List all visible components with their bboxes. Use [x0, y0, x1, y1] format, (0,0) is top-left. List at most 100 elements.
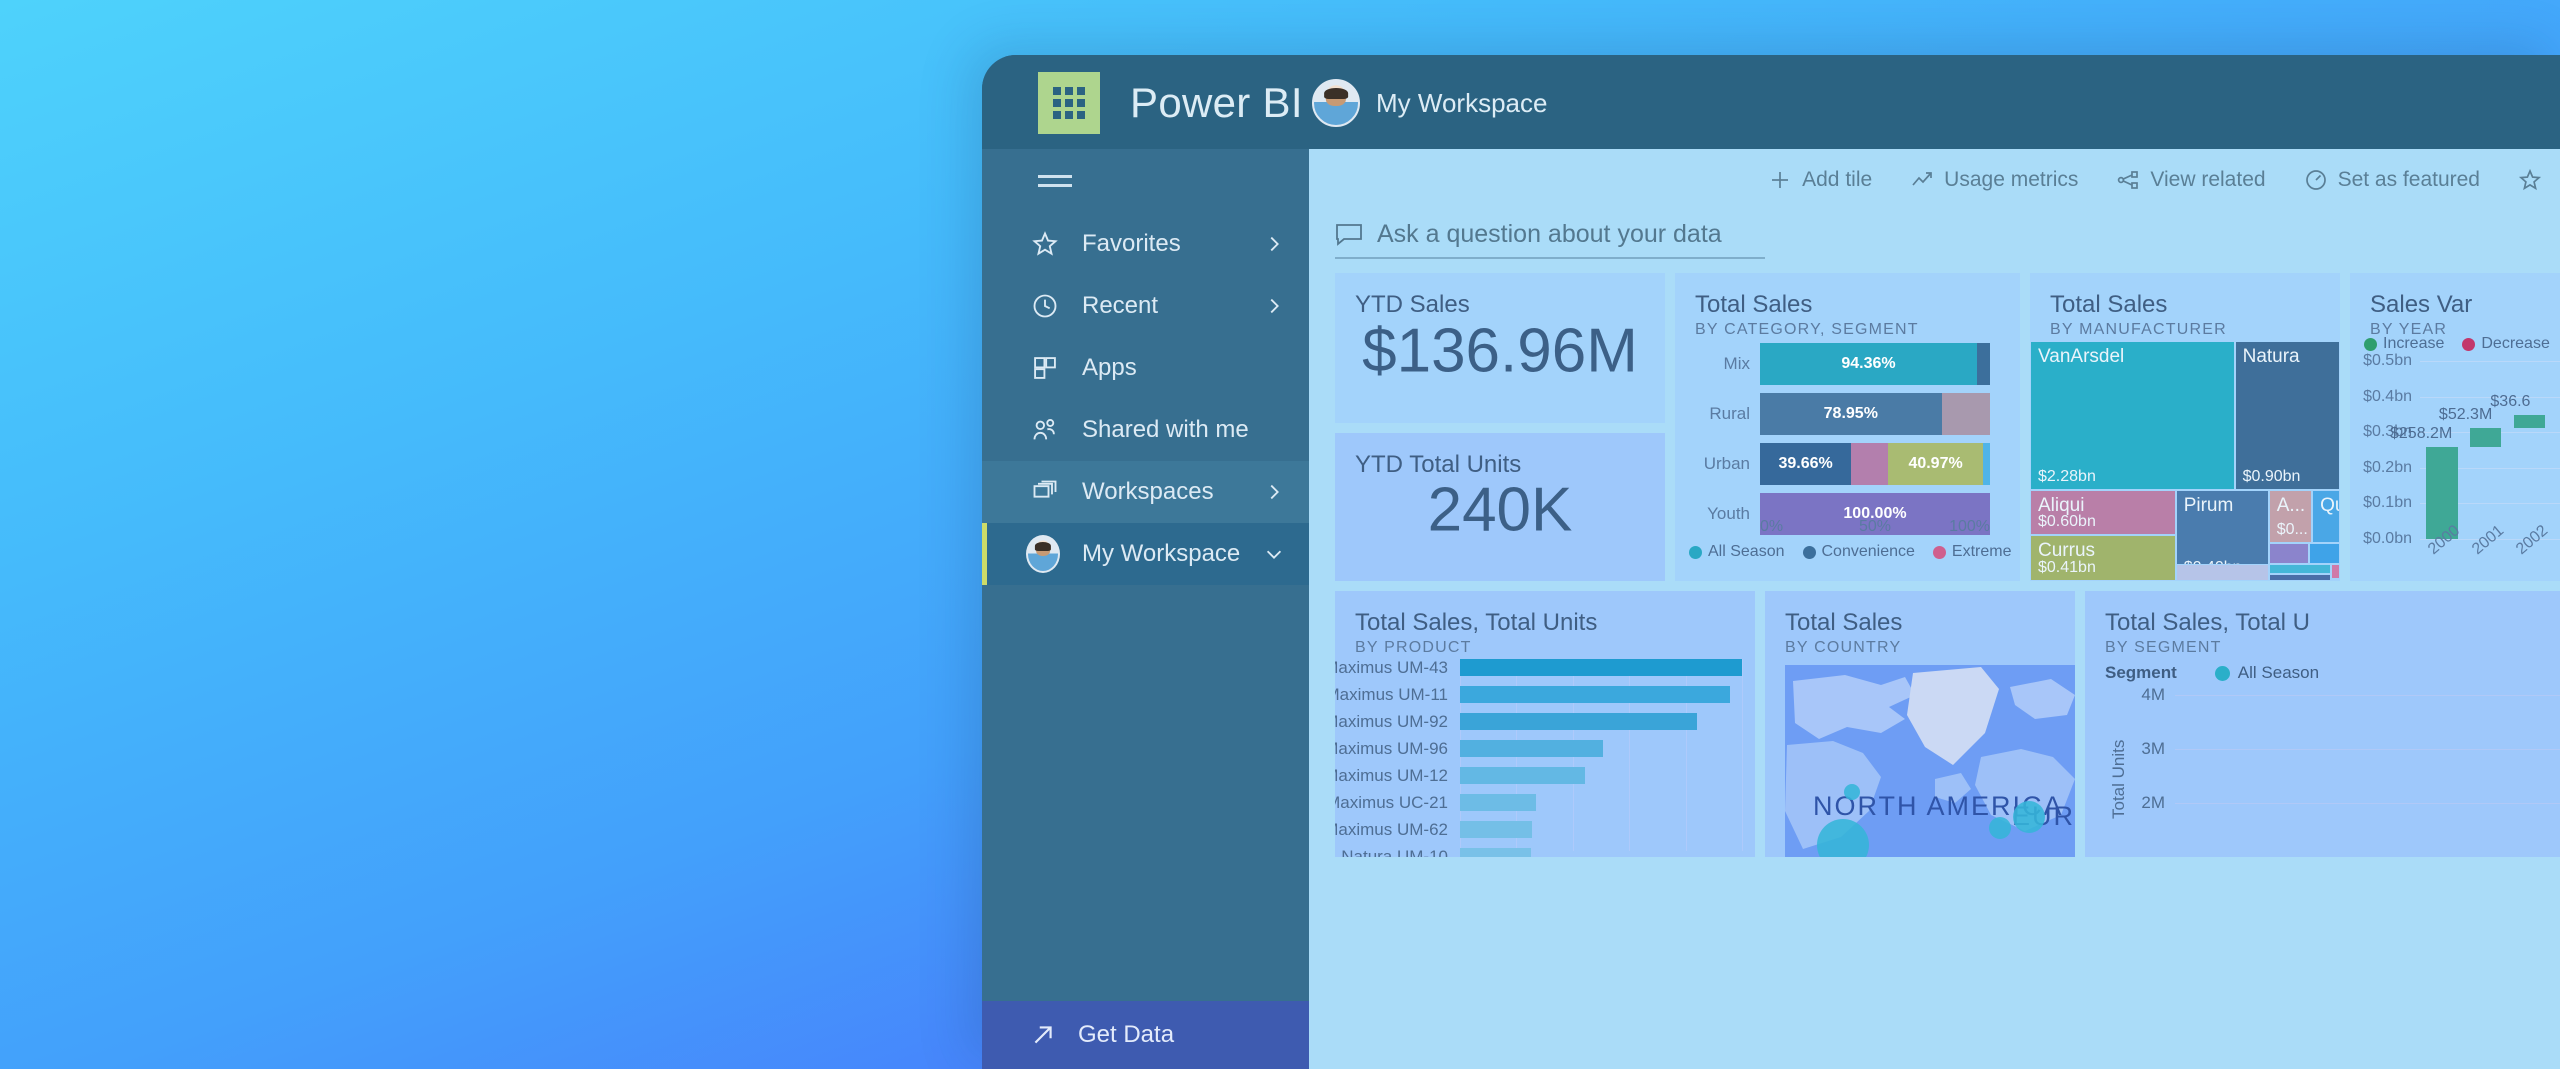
category-label: Maximus UM-12 — [1335, 766, 1448, 785]
sidebar-item-apps[interactable]: Apps — [982, 337, 1309, 399]
qna-search-input[interactable]: Ask a question about your data — [1335, 211, 1765, 259]
tile-title: Total Sales, Total U — [2105, 609, 2310, 636]
waterfall-plot-area: $0.0bn $0.1bn $0.2bn $0.3bn $0.4bn $0.5bn $258… — [2363, 352, 2560, 547]
legend-item[interactable]: Decrease — [2462, 335, 2550, 353]
y-axis-tick: $0.2bn — [2363, 458, 2412, 476]
treemap-cell[interactable] — [2309, 542, 2340, 565]
product-bar[interactable] — [1460, 767, 1585, 784]
map-plot-area[interactable]: NORTH AMERICA EUR — [1785, 665, 2075, 857]
map-bubble[interactable] — [1843, 783, 1860, 800]
view-related-button[interactable]: View related — [2116, 168, 2266, 192]
sidebar-item-favorites[interactable]: Favorites — [982, 213, 1309, 275]
get-data-label: Get Data — [1078, 1021, 1175, 1048]
nav-collapse-button[interactable] — [982, 149, 1309, 213]
sidebar-item-shared-with-me[interactable]: Shared with me — [982, 399, 1309, 461]
stacked-bar-segment: 94.36% — [1760, 343, 1978, 385]
usage-metrics-button[interactable]: Usage metrics — [1910, 168, 2078, 192]
legend-item[interactable]: All Season — [1689, 543, 1785, 561]
header-workspace-chip[interactable]: My Workspace — [1312, 79, 1547, 127]
treemap-cell[interactable]: VanArsdel $2.28bn — [2030, 341, 2235, 490]
qna-placeholder: Ask a question about your data — [1377, 219, 1722, 248]
app-launcher-button[interactable] — [1038, 72, 1100, 134]
legend-item[interactable]: Convenience — [1802, 543, 1915, 561]
category-label: Maximus UM-43 — [1335, 658, 1448, 677]
product-bar[interactable] — [1460, 794, 1536, 811]
legend-item[interactable]: Increase — [2364, 335, 2444, 353]
share-nodes-icon — [2118, 171, 2139, 189]
dashboard-toolbar: Add tile Usage metrics View related Set … — [1768, 149, 2560, 211]
tile-ytd-sales[interactable]: YTD Sales $136.96M — [1335, 273, 1665, 423]
treemap-cell[interactable] — [2330, 564, 2340, 579]
chat-bubble-icon — [1336, 224, 1362, 246]
chart-legend[interactable]: Increase Decrease — [2364, 335, 2550, 353]
sidebar-item-label: Favorites — [1082, 230, 1181, 257]
tile-total-sales-by-category-segment[interactable]: Total Sales BY CATEGORY, SEGMENT Mix 94.3… — [1675, 273, 2020, 581]
ytd-sales-value: $136.96M — [1362, 316, 1638, 386]
treemap-cell[interactable]: Currus $0.41bn — [2030, 535, 2176, 581]
treemap-cell[interactable] — [2268, 564, 2331, 574]
legend-swatch — [1689, 545, 1702, 559]
chart-legend[interactable]: All Season Convenience Extreme — [1689, 543, 2011, 561]
map-bubble[interactable] — [1988, 817, 2011, 840]
favorite-button[interactable] — [2518, 168, 2542, 192]
tile-ytd-total-units[interactable]: YTD Total Units 240K — [1335, 433, 1665, 581]
segment-plot-area: 4M 3M 2M — [2141, 685, 2560, 857]
sidebar-item-label: My Workspace — [1082, 540, 1241, 567]
y-axis-tick: $0.1bn — [2363, 494, 2412, 512]
product-bar[interactable] — [1460, 659, 1742, 676]
tile-total-sales-by-manufacturer[interactable]: Total Sales BY MANUFACTURER VanArsdel $2.… — [2030, 273, 2340, 581]
x-axis-tick: 100% — [1949, 518, 1990, 535]
product-bar[interactable] — [1460, 821, 1532, 838]
chevron-down-icon — [1263, 543, 1285, 565]
product-bar-row: Maximus UM-96 — [1335, 740, 1742, 757]
treemap-cell-label: A... — [2276, 494, 2306, 516]
legend-label: Extreme — [1951, 543, 2012, 560]
waterfall-bar[interactable] — [2469, 428, 2502, 448]
map-bubble[interactable] — [2012, 800, 2045, 833]
sidebar-item-label: Workspaces — [1082, 478, 1214, 505]
product-bar[interactable] — [1460, 740, 1604, 757]
treemap-cell[interactable]: A... $0... — [2268, 489, 2313, 543]
segment-legend[interactable]: Segment All Season — [2105, 663, 2319, 683]
tile-header: Total Sales, Total U BY SEGMENT — [2085, 591, 2560, 657]
set-as-featured-button[interactable]: Set as featured — [2304, 168, 2480, 192]
add-tile-button[interactable]: Add tile — [1768, 168, 1872, 192]
y-axis-tick: $0.4bn — [2363, 387, 2412, 405]
treemap-cell[interactable] — [2268, 573, 2331, 581]
get-data-button[interactable]: Get Data — [982, 1001, 1309, 1069]
sidebar-item-recent[interactable]: Recent — [982, 275, 1309, 337]
category-label: Natura UM-10 — [1341, 847, 1448, 857]
tile-total-sales-units-by-segment[interactable]: Total Sales, Total U BY SEGMENT Segment … — [2085, 591, 2560, 857]
legend-item[interactable]: Extreme — [1932, 543, 2012, 561]
stacked-bar-segment: 39.66% — [1760, 443, 1852, 485]
product-bar[interactable] — [1460, 713, 1698, 730]
brand-title[interactable]: Power BI — [1130, 72, 1303, 134]
y-axis-tick: 3M — [2141, 738, 2165, 758]
tile-total-sales-units-by-product[interactable]: Total Sales, Total Units BY PRODUCT Maxi… — [1335, 591, 1755, 857]
treemap-cell[interactable]: Natura $0.90bn — [2234, 341, 2340, 490]
treemap-cell[interactable] — [2268, 542, 2309, 565]
legend-label: All Season — [2237, 663, 2320, 682]
y-axis-tick: $0.5bn — [2363, 352, 2412, 369]
treemap-cell[interactable] — [2330, 578, 2340, 581]
tile-subtitle: BY COUNTRY — [1785, 639, 1902, 656]
treemap-cell[interactable]: Aliqui $0.60bn — [2030, 489, 2176, 536]
stacked-bar-segment — [1977, 343, 1990, 385]
arrow-up-right-icon — [1034, 1026, 1052, 1044]
sidebar-item-workspaces[interactable]: Workspaces — [982, 461, 1309, 523]
tile-title: Total Sales — [2050, 291, 2168, 318]
treemap-cell[interactable] — [2175, 564, 2269, 581]
sidebar-item-my-workspace[interactable]: My Workspace — [982, 523, 1309, 585]
treemap-cell-label: Natura — [2242, 346, 2300, 367]
product-bar[interactable] — [1460, 686, 1730, 703]
tile-subtitle: BY CATEGORY, SEGMENT — [1695, 321, 1919, 338]
tile-title: Total Sales, Total Units — [1355, 609, 1598, 636]
tile-sales-var-by-year[interactable]: Sales Var BY YEAR Increase Decrease $0.0b… — [2350, 273, 2560, 581]
treemap-cell[interactable]: Quibus — [2312, 489, 2340, 543]
tile-total-sales-by-country[interactable]: Total Sales BY COUNTRY NORTH AMERICA — [1765, 591, 2075, 857]
data-label: $36.6 — [2490, 393, 2531, 411]
product-bar[interactable] — [1460, 848, 1531, 857]
treemap-cell-label: VanArsdel — [2038, 346, 2125, 367]
waterfall-bar[interactable] — [2513, 415, 2546, 429]
clock-icon — [1030, 291, 1060, 321]
